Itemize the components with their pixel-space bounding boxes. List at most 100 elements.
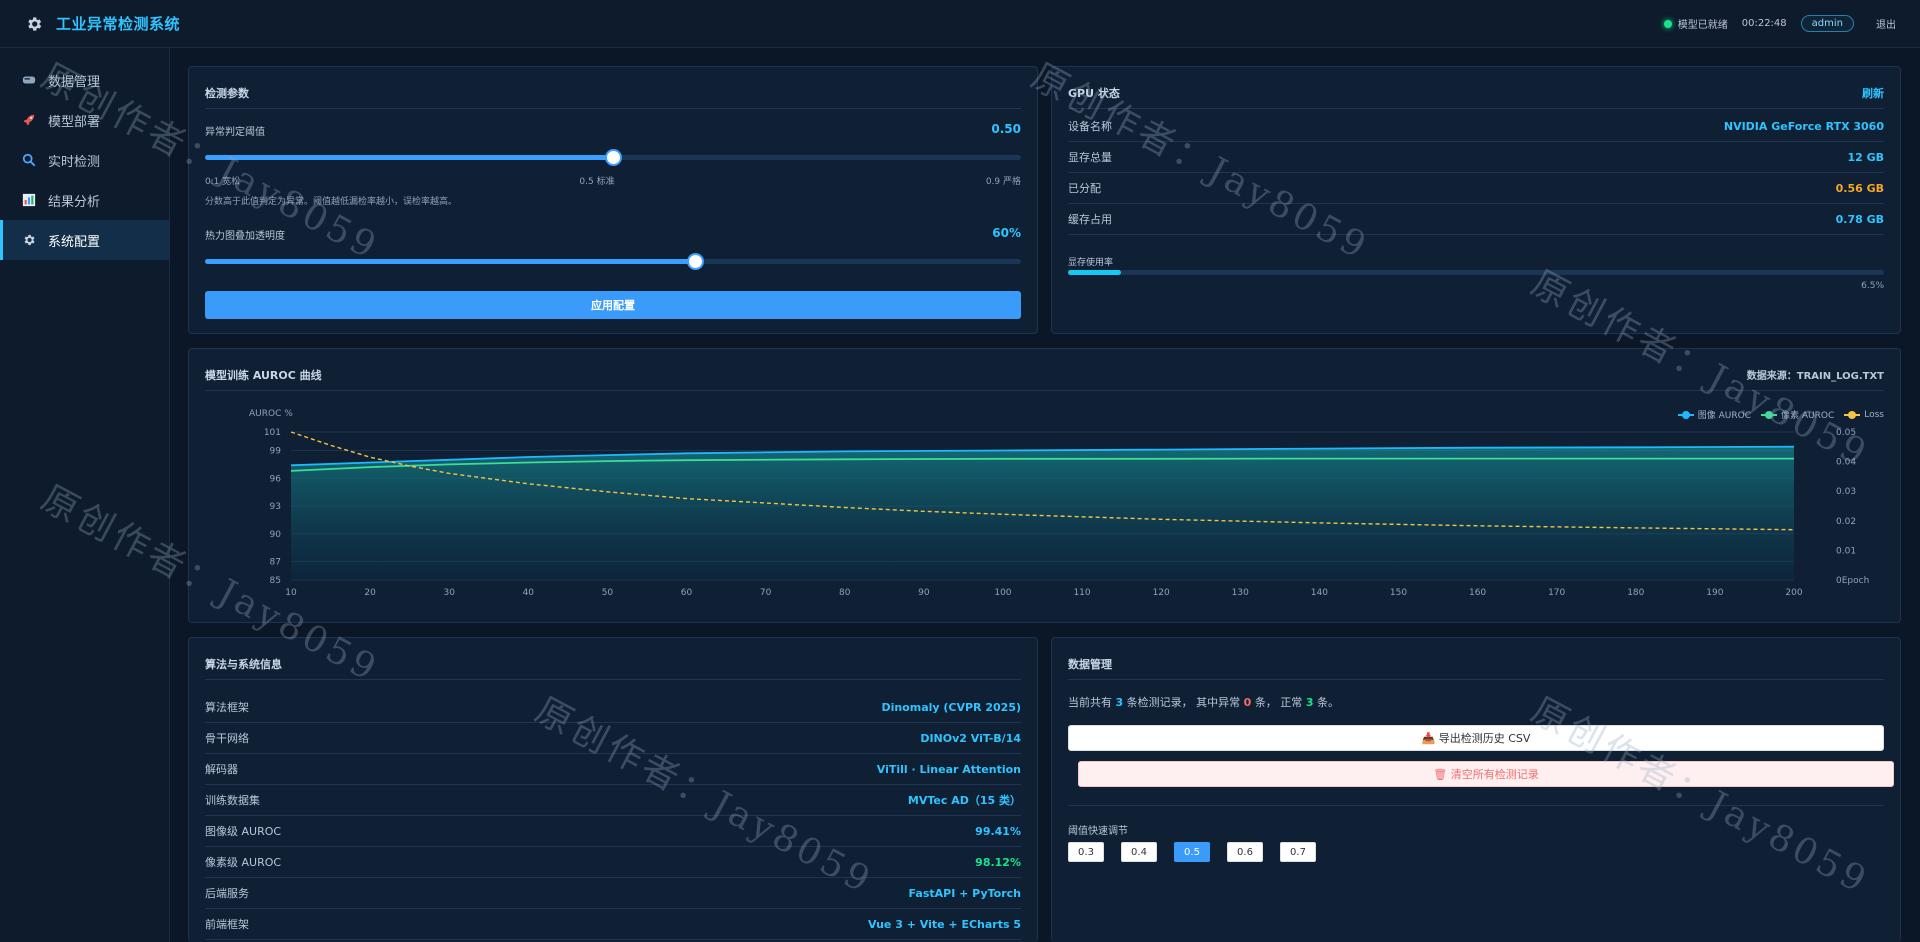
x-tick-label: 80 [839, 588, 851, 598]
info-row: 像素级 AUROC 98.12% [205, 847, 1021, 878]
series-line [290, 431, 1795, 531]
y-tick-label: 85 [270, 576, 281, 586]
abnormal-count: 0 [1243, 696, 1252, 709]
y-tick-label: 96 [270, 474, 282, 484]
opacity-slider-fill [205, 259, 695, 264]
x-tick-label: 170 [1548, 588, 1565, 598]
opacity-slider-thumb[interactable] [686, 253, 704, 270]
series-line [290, 445, 1795, 467]
info-key: 算法框架 [205, 701, 249, 714]
y-tick-label: 87 [270, 558, 281, 568]
summary-text: 条， [1254, 696, 1277, 709]
sidebar-item-label: 模型部署 [48, 114, 101, 130]
memory-usage-label: 显存使用率 [1068, 258, 1114, 268]
divider [1068, 679, 1884, 680]
rocket-icon [20, 111, 38, 129]
quick-threshold-0-7[interactable]: 0.7 [1280, 842, 1316, 862]
sidebar-item-realtime[interactable]: 实时检测 [0, 140, 169, 180]
panel-title: 算法与系统信息 [205, 658, 282, 671]
info-value: NVIDIA GeForce RTX 3060 [1723, 119, 1884, 133]
x-tick-label: 90 [918, 588, 930, 598]
auroc-chart-panel: 模型训练 AUROC 曲线 数据来源：TRAIN_LOG.TXT 图像 AURO… [188, 348, 1901, 623]
legend-item[interactable]: 图像 AUROC [1677, 408, 1752, 421]
threshold-tick-min: 0.1 宽松 [205, 177, 241, 187]
apply-config-button[interactable]: 应用配置 [205, 291, 1021, 319]
sidebar-item-config[interactable]: 系统配置 [0, 220, 169, 260]
info-value: 0.78 GB [1835, 212, 1884, 226]
divider [205, 108, 1021, 109]
info-key: 已分配 [1068, 182, 1101, 195]
x-tick-label: 70 [760, 588, 772, 598]
quick-threshold-0-4[interactable]: 0.4 [1121, 842, 1157, 862]
summary-text: 当前共有 [1068, 696, 1112, 709]
series-line [290, 457, 1794, 472]
info-key: 像素级 AUROC [205, 856, 282, 869]
info-key: 解码器 [205, 763, 238, 776]
header-status-area: 模型已就绪 00:22:48 admin 退出 [1663, 15, 1896, 32]
y-axis-label: AUROC % [249, 409, 293, 419]
summary-text: 正常 [1280, 696, 1303, 709]
refresh-button[interactable]: 刷新 [1862, 85, 1884, 101]
opacity-value: 60% [992, 226, 1021, 240]
logout-link[interactable]: 退出 [1876, 16, 1896, 31]
quick-threshold-0-3[interactable]: 0.3 [1068, 842, 1104, 862]
x-tick-label: 150 [1390, 588, 1407, 598]
chart-data-source: 数据来源：TRAIN_LOG.TXT [1746, 371, 1884, 382]
info-row: 训练数据集 MVTec AD（15 类） [205, 785, 1021, 816]
data-management-panel: 数据管理 当前共有 3 条检测记录， 其中异常 0 条， 正常 3 条。 📥 导… [1051, 637, 1901, 942]
opacity-slider[interactable] [205, 253, 1021, 270]
info-key: 前端框架 [205, 918, 249, 931]
y-tick-label: 99 [270, 447, 282, 457]
info-key: 缓存占用 [1068, 213, 1112, 226]
sidebar-item-label: 数据管理 [48, 74, 101, 90]
divider [1068, 805, 1884, 806]
legend-swatch [1761, 410, 1778, 419]
y2-tick-label: 0.05 [1836, 428, 1856, 438]
summary-text: 其中异常 [1196, 696, 1241, 709]
info-value: 12 GB [1847, 150, 1884, 164]
legend-swatch [1677, 410, 1694, 419]
x-tick-label: 140 [1311, 588, 1328, 598]
sidebar-item-label: 系统配置 [48, 234, 101, 250]
divider [205, 390, 1884, 391]
info-key: 骨干网络 [205, 732, 249, 745]
quick-threshold-0-6[interactable]: 0.6 [1227, 842, 1263, 862]
info-key: 图像级 AUROC [205, 825, 282, 838]
sidebar-item-analysis[interactable]: 结果分析 [0, 180, 169, 220]
info-row: 图像级 AUROC 99.41% [205, 816, 1021, 847]
record-summary: 当前共有 3 条检测记录， 其中异常 0 条， 正常 3 条。 [1068, 694, 1339, 710]
clear-records-button[interactable]: 🗑 清空所有检测记录 [1078, 761, 1894, 787]
info-value: FastAPI + PyTorch [908, 886, 1021, 900]
quick-threshold-0-5[interactable]: 0.5 [1174, 842, 1210, 862]
total-count: 3 [1115, 696, 1124, 709]
panel-title: 数据管理 [1068, 658, 1112, 671]
x-tick-label: 130 [1232, 588, 1249, 598]
threshold-slider[interactable] [205, 149, 1021, 166]
info-value: 99.41% [975, 824, 1021, 838]
y2-tick-label: 0.04 [1836, 458, 1856, 468]
panel-title: 检测参数 [205, 87, 249, 100]
info-row: 后端服务 FastAPI + PyTorch [205, 878, 1021, 909]
sidebar-item-data[interactable]: 数据管理 [0, 60, 169, 100]
info-key: 设备名称 [1068, 120, 1112, 133]
legend-item[interactable]: 像素 AUROC [1761, 408, 1834, 421]
legend-item[interactable]: Loss [1844, 408, 1884, 421]
user-badge[interactable]: admin [1800, 15, 1854, 32]
info-key: 后端服务 [205, 887, 249, 900]
y2-tick-label: 0.01 [1836, 546, 1856, 556]
status-dot-icon [1663, 20, 1672, 28]
legend-label: 图像 AUROC [1697, 411, 1752, 421]
export-csv-button[interactable]: 📥 导出检测历史 CSV [1068, 725, 1884, 751]
threshold-slider-thumb[interactable] [605, 149, 622, 166]
info-row: 显存总量 12 GB [1068, 142, 1884, 173]
memory-usage-fill [1068, 270, 1122, 275]
quick-threshold-label: 阈值快速调节 [1068, 826, 1128, 837]
info-value: 98.12% [975, 855, 1021, 869]
legend-label: Loss [1864, 409, 1884, 420]
y2-tick-label: 0.03 [1836, 487, 1856, 497]
gear-icon [20, 231, 38, 249]
memory-usage-percent: 6.5% [1861, 281, 1884, 291]
info-key: 训练数据集 [205, 794, 260, 807]
y-tick-label: 93 [270, 502, 281, 512]
sidebar-item-deploy[interactable]: 模型部署 [0, 100, 169, 140]
